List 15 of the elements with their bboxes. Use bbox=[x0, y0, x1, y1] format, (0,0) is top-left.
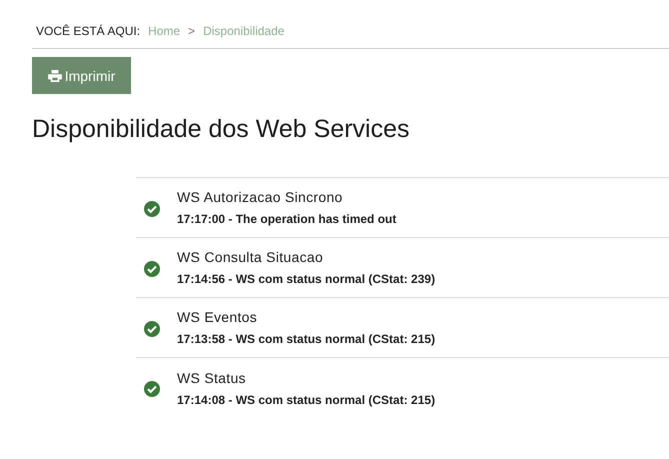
service-message: 17:14:08 - WS com status normal (CStat: 215) bbox=[177, 392, 436, 406]
breadcrumb-separator: > bbox=[188, 24, 196, 38]
service-message: 17:14:56 - WS com status normal (CStat: 239) bbox=[177, 272, 436, 286]
breadcrumb-label: VOCÊ ESTÁ AQUI: bbox=[36, 24, 140, 38]
service-name: WS Autorizacao Sincrono bbox=[177, 189, 344, 205]
breadcrumb-link[interactable]: Disponibilidade bbox=[203, 24, 284, 38]
print-button[interactable]: Imprimir bbox=[32, 57, 131, 94]
service-name: WS Status bbox=[177, 370, 247, 386]
service-name: WS Consulta Situacao bbox=[177, 249, 324, 265]
page-title: Disponibilidade dos Web Services bbox=[32, 115, 411, 144]
breadcrumb-link[interactable]: Home bbox=[148, 24, 180, 38]
service-message: 17:13:58 - WS com status normal (CStat: 215) bbox=[177, 332, 436, 346]
printer-icon bbox=[48, 70, 62, 82]
service-message: 17:17:00 - The operation has timed out bbox=[177, 212, 396, 226]
service-name: WS Eventos bbox=[177, 309, 258, 325]
